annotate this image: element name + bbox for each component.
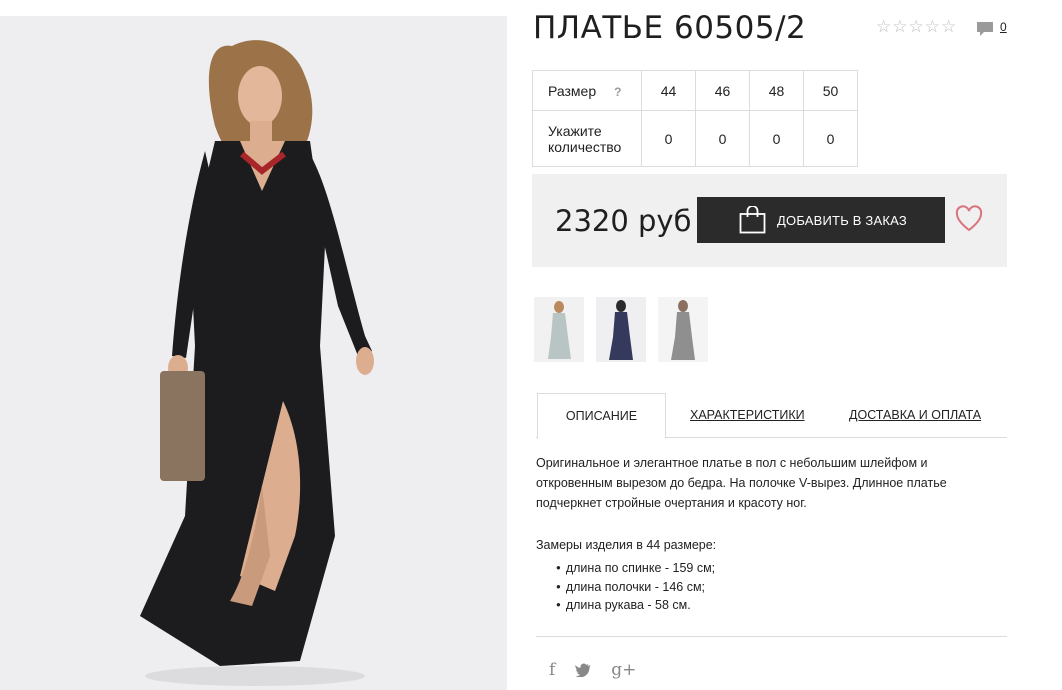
description-text: Оригинальное и элегантное платье в пол с…	[536, 456, 947, 510]
rating-stars[interactable]: ☆ ☆ ☆ ☆ ☆	[876, 18, 956, 36]
heart-icon[interactable]	[955, 205, 983, 233]
size-option[interactable]: 44	[641, 70, 696, 111]
star-icon[interactable]: ☆	[925, 18, 940, 36]
quantity-label: Укажите количество	[532, 110, 642, 167]
size-option[interactable]: 48	[749, 70, 804, 111]
thumbnail-3[interactable]	[658, 297, 708, 362]
size-table: Размер? 44 46 48 50 Укажите количество 0…	[532, 70, 858, 167]
size-option[interactable]: 46	[695, 70, 750, 111]
price-box: 2320 руб ДОБАВИТЬ В ЗАКАЗ	[532, 174, 1007, 267]
size-help-icon[interactable]: ?	[614, 85, 621, 99]
size-label: Размер	[548, 82, 597, 99]
star-icon[interactable]: ☆	[941, 18, 956, 36]
add-to-order-button[interactable]: ДОБАВИТЬ В ЗАКАЗ	[697, 197, 945, 243]
star-icon[interactable]: ☆	[892, 18, 907, 36]
measures-list: длина по спинке - 159 см; длина полочки …	[556, 560, 715, 616]
social-share: f g+	[549, 660, 636, 680]
star-icon[interactable]: ☆	[909, 18, 924, 36]
size-option[interactable]: 50	[803, 70, 858, 111]
comment-count-link[interactable]: 0	[1000, 20, 1007, 34]
thumbnail-1[interactable]	[534, 297, 584, 362]
measures-title: Замеры изделия в 44 размере:	[536, 538, 717, 552]
quantity-input[interactable]: 0	[749, 110, 804, 167]
list-item: длина полочки - 146 см;	[556, 579, 715, 598]
tab-delivery-payment[interactable]: ДОСТАВКА И ОПЛАТА	[849, 393, 981, 438]
product-tabs: ОПИСАНИЕ ХАРАКТЕРИСТИКИ ДОСТАВКА И ОПЛАТ…	[536, 393, 1007, 439]
star-icon[interactable]: ☆	[876, 18, 891, 36]
google-plus-icon[interactable]: g+	[611, 660, 636, 680]
thumbnail-2[interactable]	[596, 297, 646, 362]
product-title: ПЛАТЬЕ 60505/2	[533, 10, 807, 46]
quantity-input[interactable]: 0	[803, 110, 858, 167]
comment-icon[interactable]	[976, 20, 994, 38]
size-label-cell: Размер?	[532, 70, 642, 111]
shopping-bag-icon	[739, 206, 766, 234]
quantity-input[interactable]: 0	[641, 110, 696, 167]
tab-description[interactable]: ОПИСАНИЕ	[537, 393, 666, 439]
price: 2320 руб	[555, 204, 692, 238]
facebook-icon[interactable]: f	[549, 660, 555, 680]
list-item: длина рукава - 58 см.	[556, 597, 715, 616]
product-main-image[interactable]	[0, 16, 507, 690]
add-to-order-label: ДОБАВИТЬ В ЗАКАЗ	[777, 212, 907, 228]
thumbnail-strip	[534, 297, 708, 362]
list-item: длина по спинке - 159 см;	[556, 560, 715, 579]
divider	[536, 636, 1007, 637]
tab-characteristics[interactable]: ХАРАКТЕРИСТИКИ	[690, 393, 805, 438]
twitter-icon[interactable]	[575, 663, 591, 677]
quantity-input[interactable]: 0	[695, 110, 750, 167]
